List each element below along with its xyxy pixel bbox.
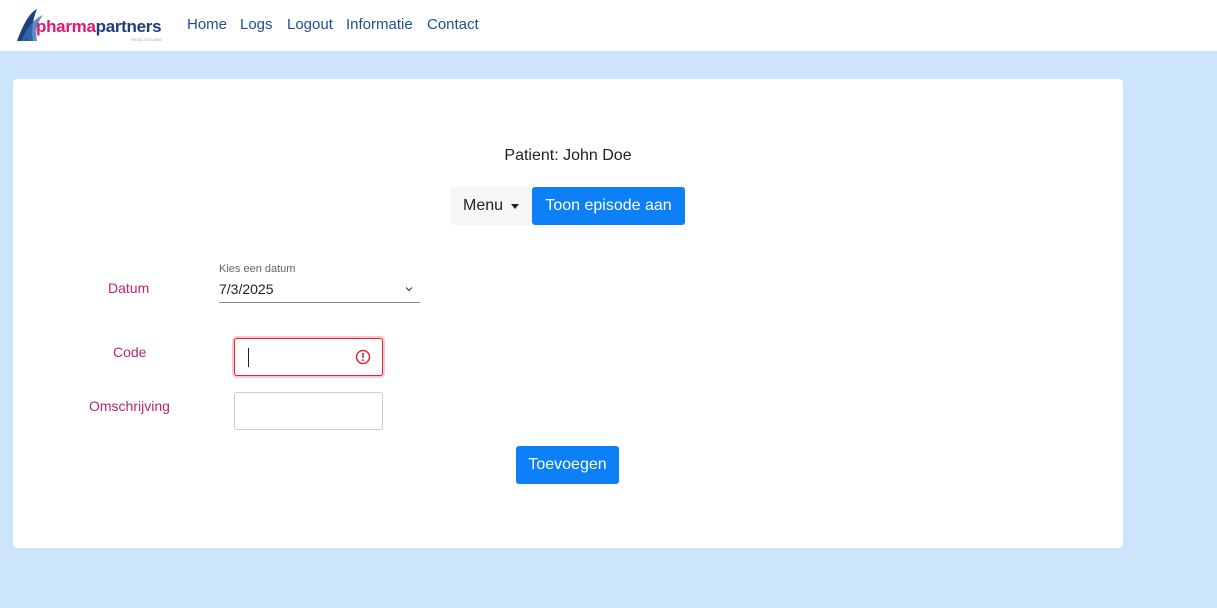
date-value: 7/3/2025: [219, 281, 274, 297]
top-navbar: TSB pharmapartners HEALTHCARE Home Logs …: [0, 0, 1217, 51]
caret-down-icon: [511, 203, 520, 209]
nav-home-link[interactable]: Home: [187, 16, 227, 33]
pharmapartners-logo[interactable]: TSB pharmapartners HEALTHCARE: [15, 5, 165, 45]
menu-dropdown-button[interactable]: Menu: [450, 187, 532, 225]
patient-name: Patient: John Doe: [504, 147, 632, 164]
brand-name: pharmapartners: [36, 17, 162, 37]
date-label: Datum: [108, 280, 150, 296]
nav-informatie-link[interactable]: Informatie: [346, 16, 413, 33]
main-card: Patient: John Doe Menu Toon episode aan …: [13, 79, 1123, 548]
date-picker[interactable]: 7/3/2025: [219, 278, 420, 303]
text-cursor: [248, 348, 249, 367]
description-input[interactable]: [234, 392, 383, 430]
show-episode-button[interactable]: Toon episode aan: [532, 187, 685, 225]
description-label: Omschrijving: [89, 398, 170, 414]
code-label: Code: [113, 344, 147, 360]
chevron-down-icon: [405, 287, 413, 292]
logo-badge: TSB: [21, 37, 29, 42]
date-caption: Kies een datum: [219, 263, 296, 275]
menu-button-label: Menu: [462, 197, 504, 214]
brand-name-part2: partners: [95, 17, 162, 36]
brand-subtitle: HEALTHCARE: [131, 37, 163, 42]
nav-logs-link[interactable]: Logs: [240, 16, 273, 33]
nav-contact-link[interactable]: Contact: [427, 16, 479, 33]
error-alert-icon: [355, 349, 371, 365]
add-button[interactable]: Toevoegen: [516, 446, 619, 484]
nav-logout-link[interactable]: Logout: [287, 16, 333, 33]
brand-name-part1: pharma: [36, 17, 96, 36]
code-input[interactable]: [234, 338, 383, 376]
